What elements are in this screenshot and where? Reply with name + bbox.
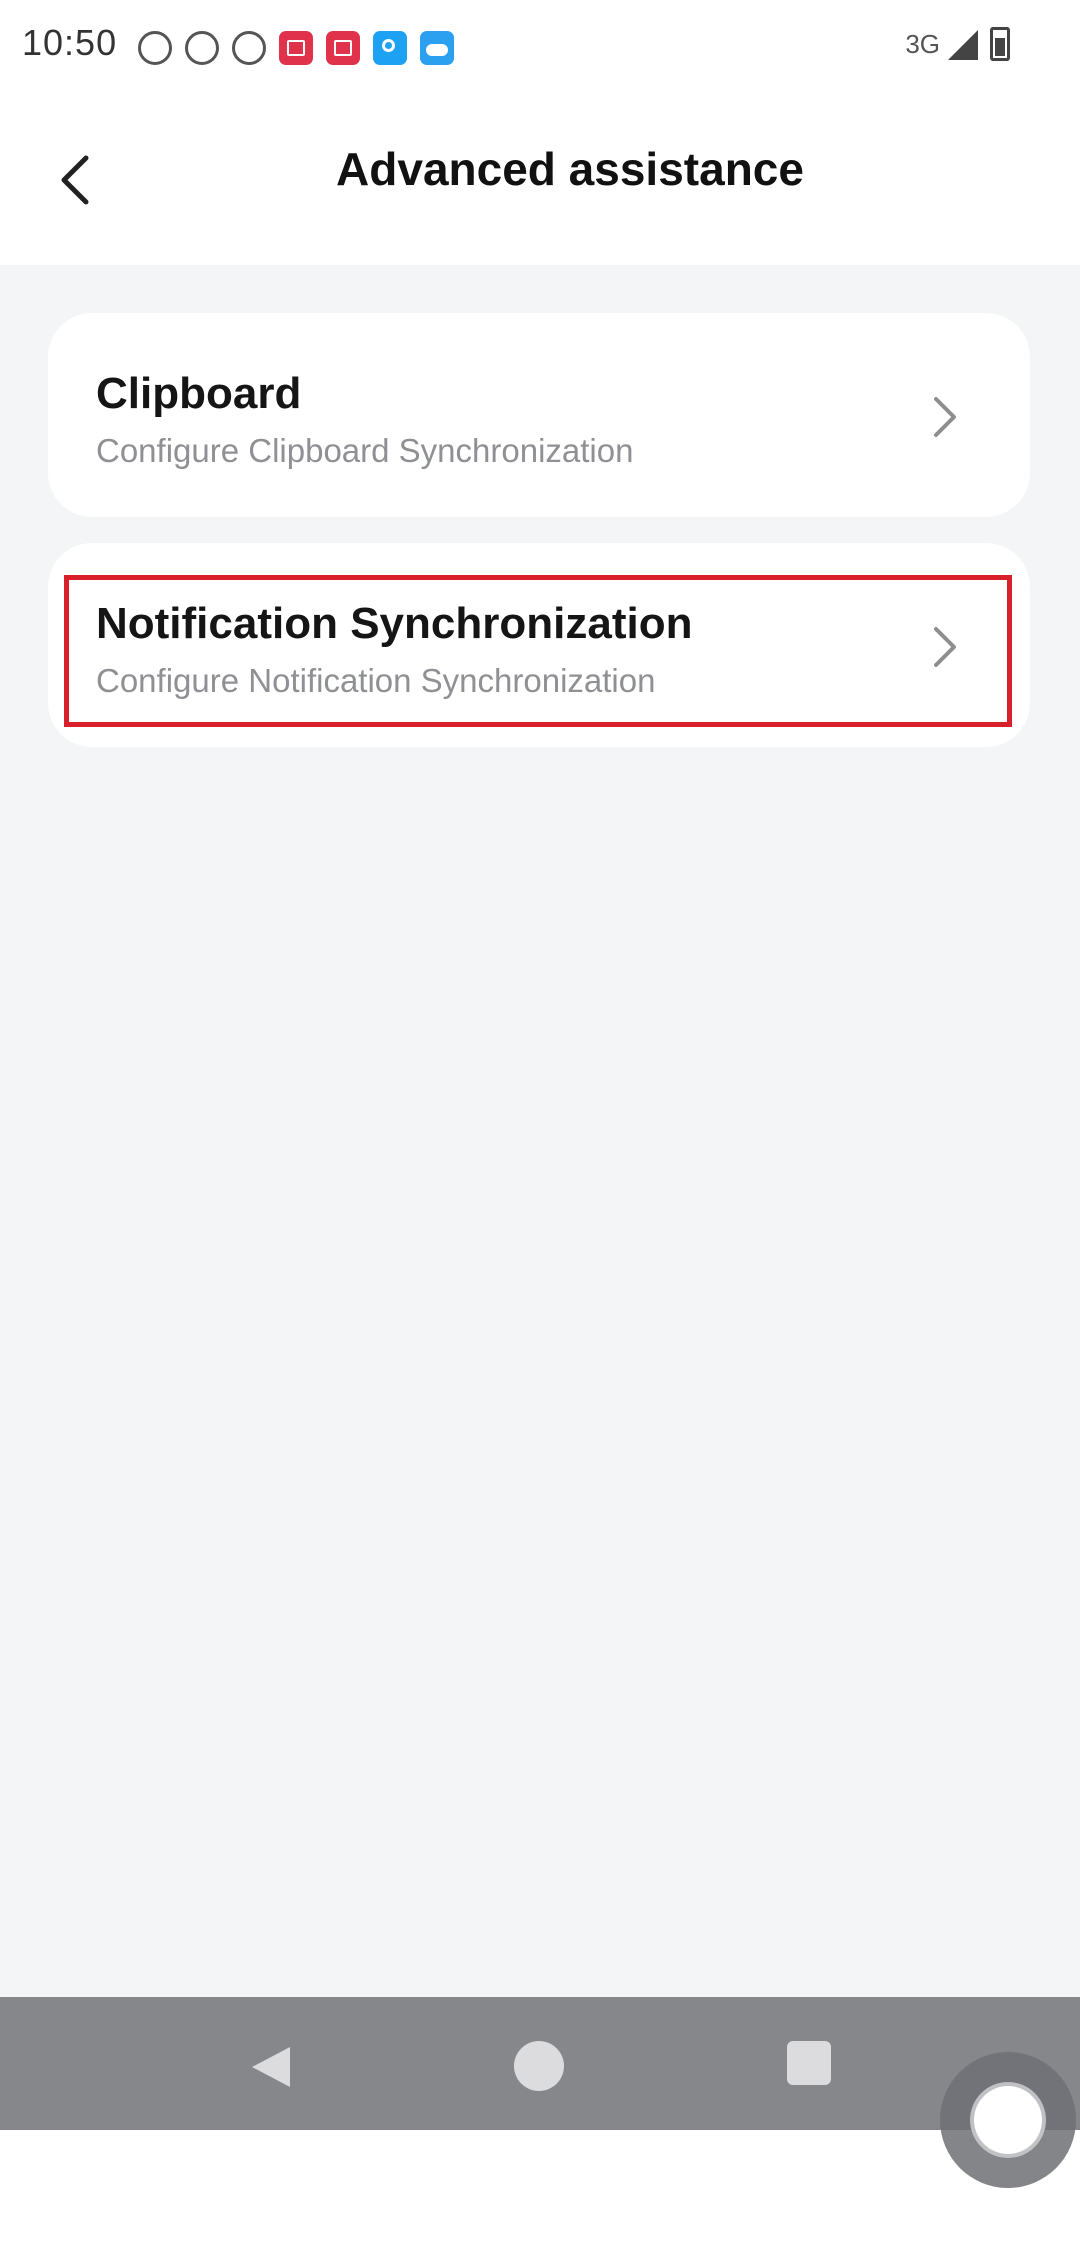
- setting-title: Notification Synchronization: [96, 599, 693, 648]
- signal-icon: [948, 28, 982, 60]
- battery-icon: [990, 27, 1010, 61]
- person-icon: [138, 31, 172, 65]
- status-time: 10:50: [22, 22, 118, 63]
- notification-sync-setting-item[interactable]: Notification Synchronization Configure N…: [48, 543, 1030, 747]
- page-title: Advanced assistance: [336, 143, 804, 195]
- app-header: Advanced assistance: [0, 90, 1080, 265]
- floating-assist-button[interactable]: [940, 2052, 1076, 2188]
- weather-icon: [420, 31, 454, 65]
- setting-title: Clipboard: [96, 369, 302, 418]
- shopping-bag-icon: [326, 31, 360, 65]
- recents-square-icon[interactable]: [787, 2041, 831, 2085]
- setting-subtitle: Configure Clipboard Synchronization: [96, 432, 634, 469]
- search-app-icon: [373, 31, 407, 65]
- chevron-right-icon: [934, 627, 956, 667]
- system-icons: 3G: [905, 24, 1010, 64]
- status-bar: 10:50 3G: [0, 0, 1080, 90]
- chat-icon: [232, 31, 266, 65]
- network-type-label: 3G: [905, 28, 940, 59]
- clipboard-setting-item[interactable]: Clipboard Configure Clipboard Synchroniz…: [48, 313, 1030, 517]
- back-triangle-icon[interactable]: [246, 2043, 294, 2091]
- settings-screen: 10:50 3G Advanced assistance Clipboard C…: [0, 0, 1080, 2130]
- navigation-bar: [0, 1997, 1080, 2130]
- red-app-icon: [279, 31, 313, 65]
- setting-subtitle: Configure Notification Synchronization: [96, 662, 656, 699]
- chevron-right-icon: [934, 397, 956, 437]
- notification-icons: [138, 24, 467, 72]
- home-circle-icon[interactable]: [514, 2041, 564, 2091]
- p-icon: [185, 31, 219, 65]
